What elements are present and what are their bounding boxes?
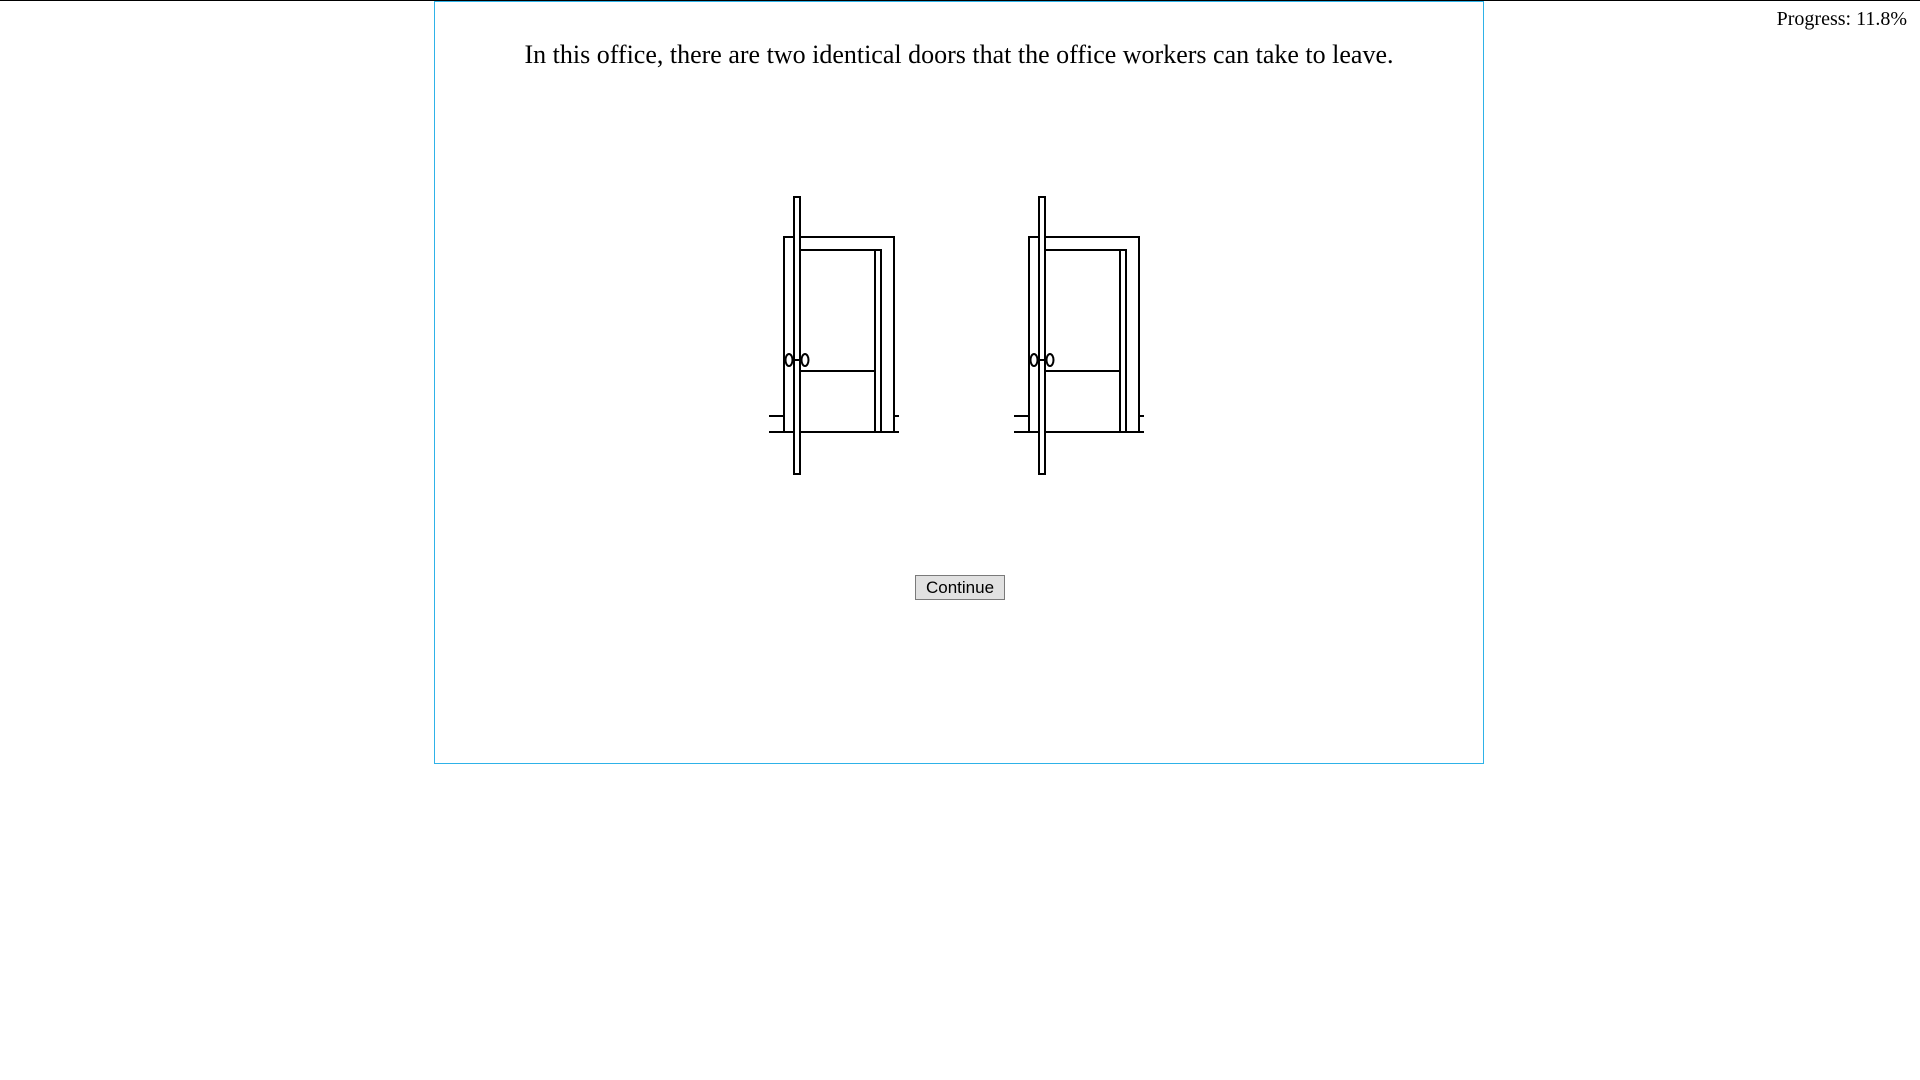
continue-button[interactable]: Continue [915,575,1005,600]
doors-illustration [769,192,1159,482]
open-door-icon [769,196,899,475]
open-door-icon [1014,196,1144,475]
prompt-text: In this office, there are two identical … [524,40,1394,69]
experiment-panel: In this office, there are two identical … [434,1,1484,764]
progress-label: Progress: 11.8% [1776,8,1907,30]
